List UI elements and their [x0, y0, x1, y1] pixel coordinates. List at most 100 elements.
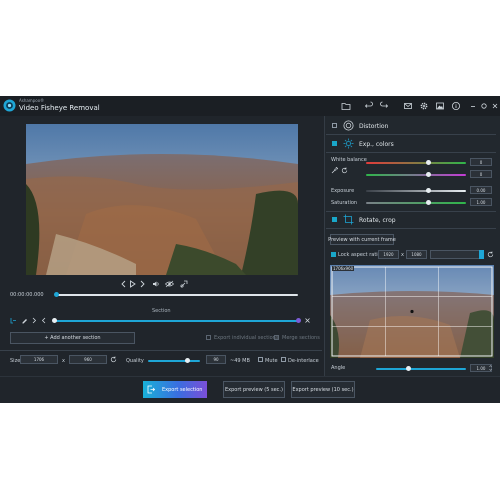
section-start-icon[interactable] — [10, 317, 17, 324]
gear-icon[interactable] — [419, 101, 429, 111]
saturation-input[interactable]: 1.00 — [470, 198, 492, 206]
volume-icon[interactable] — [152, 280, 160, 288]
video-preview[interactable] — [26, 124, 298, 275]
exposure-label: Exposure — [331, 188, 355, 194]
section-end-thumb[interactable] — [295, 318, 301, 323]
export-selection-button[interactable]: Export selection — [143, 381, 207, 398]
saturation-label: Saturation — [331, 200, 358, 206]
angle-spinner[interactable] — [489, 364, 492, 372]
deinterlace-label: De-interlace — [288, 358, 319, 364]
rotate-crop-title: Rotate, crop — [359, 217, 396, 224]
saturation-slider[interactable] — [366, 202, 466, 204]
edit-icon[interactable] — [21, 317, 28, 324]
ratio-separator: x — [401, 252, 404, 258]
redo-icon[interactable] — [379, 101, 389, 111]
mail-icon[interactable] — [403, 101, 413, 111]
image-icon[interactable] — [435, 101, 445, 111]
angle-slider[interactable] — [376, 368, 466, 370]
distortion-title: Distortion — [359, 123, 389, 130]
wb-thumb-2[interactable] — [425, 172, 431, 177]
angle-label: Angle — [331, 365, 346, 371]
merge-sections-checkbox[interactable] — [274, 335, 279, 340]
section-range-slider[interactable] — [54, 320, 298, 322]
height-input[interactable]: 960 — [69, 355, 107, 364]
deinterlace-checkbox[interactable] — [281, 357, 286, 362]
distortion-icon — [343, 120, 354, 131]
section-next-icon[interactable] — [31, 317, 37, 324]
minimize-icon[interactable] — [468, 101, 478, 111]
aspect-dropdown-button[interactable] — [479, 250, 484, 259]
play-icon[interactable] — [129, 280, 136, 288]
angle-thumb[interactable] — [405, 366, 411, 371]
divider — [326, 152, 496, 153]
ratio-width-input[interactable]: 1920 — [378, 250, 399, 259]
exposure-input[interactable]: 0.00 — [470, 186, 492, 194]
title-bar: Ashampoo® Video Fisheye Removal — [0, 96, 500, 116]
app-logo-icon — [3, 99, 16, 112]
remove-section-icon[interactable] — [304, 317, 311, 324]
export-icon — [147, 385, 155, 394]
next-frame-icon[interactable] — [139, 280, 146, 288]
exposure-slider[interactable] — [366, 190, 466, 192]
eyedropper-icon[interactable] — [331, 167, 338, 174]
wb-thumb-1[interactable] — [425, 160, 431, 165]
section-start-thumb[interactable] — [52, 318, 57, 323]
divider — [326, 228, 496, 229]
file-size: ~49 MB — [230, 358, 250, 364]
divider — [326, 211, 496, 212]
crop-icon — [343, 214, 354, 225]
add-section-button[interactable]: + Add another section — [10, 332, 135, 344]
folder-icon[interactable] — [341, 101, 351, 111]
crop-size-tag: 1706x960 — [332, 266, 355, 271]
distortion-checkbox[interactable] — [332, 123, 337, 128]
width-input[interactable]: 1706 — [20, 355, 58, 364]
size-separator: x — [62, 358, 65, 364]
rotate-crop-checkbox[interactable] — [332, 217, 337, 222]
quality-thumb[interactable] — [184, 358, 190, 363]
ratio-height-input[interactable]: 1080 — [406, 250, 427, 259]
quality-label: Quality — [126, 358, 144, 364]
exp-colors-title: Exp., colors — [359, 141, 394, 148]
close-icon[interactable] — [490, 101, 500, 111]
mute-checkbox[interactable] — [258, 357, 263, 362]
crop-preview[interactable]: 1706x960 — [330, 265, 494, 358]
maximize-icon[interactable] — [479, 101, 489, 111]
timeline-thumb[interactable] — [53, 292, 59, 297]
eye-icon[interactable] — [165, 280, 174, 288]
info-icon[interactable] — [451, 101, 461, 111]
prev-frame-icon[interactable] — [120, 280, 127, 288]
export-individual-checkbox[interactable] — [206, 335, 211, 340]
preview-current-frame-button[interactable]: Preview with current frame — [328, 234, 396, 245]
section-prev-icon[interactable] — [41, 317, 47, 324]
app-title: Video Fisheye Removal — [19, 104, 100, 112]
exp-colors-checkbox[interactable] — [332, 141, 337, 146]
merge-sections-label: Merge sections — [282, 335, 320, 341]
white-balance-label: White balance — [331, 157, 367, 163]
exposure-thumb[interactable] — [425, 188, 431, 193]
current-time: 00:00:00.000 — [10, 292, 44, 298]
timeline-slider[interactable] — [56, 294, 298, 296]
export-preview-5-button[interactable]: Export preview (5 sec.) — [223, 381, 285, 398]
export-individual-label: Export individual sections — [214, 335, 279, 341]
lock-aspect-label: Lock aspect ratio — [338, 252, 381, 258]
aspect-preset-select[interactable] — [430, 250, 482, 259]
divider — [0, 350, 322, 351]
mute-label: Mute — [265, 358, 278, 364]
saturation-thumb[interactable] — [425, 200, 431, 205]
brand-small: Ashampoo® — [19, 98, 45, 103]
wb-input-2[interactable]: 0 — [470, 170, 492, 178]
wb-slider-1[interactable] — [366, 162, 466, 164]
reset-wb-icon[interactable] — [341, 167, 348, 174]
reset-crop-icon[interactable] — [487, 251, 494, 258]
quality-slider[interactable] — [148, 360, 200, 362]
undo-icon[interactable] — [364, 101, 374, 111]
wb-slider-2[interactable] — [366, 174, 466, 176]
export-preview-10-button[interactable]: Export preview (10 sec.) — [291, 381, 355, 398]
lock-aspect-checkbox[interactable] — [331, 252, 336, 257]
quality-input[interactable]: 90 — [206, 355, 226, 364]
fullscreen-icon[interactable] — [180, 280, 188, 288]
wb-input-1[interactable]: 0 — [470, 158, 492, 166]
reset-size-icon[interactable] — [110, 356, 117, 363]
size-label: Size — [10, 358, 21, 364]
divider — [326, 134, 496, 135]
